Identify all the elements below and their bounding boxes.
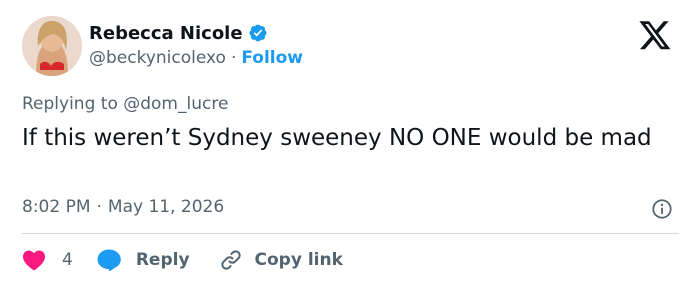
link-icon (220, 250, 241, 270)
heart-icon (23, 250, 45, 271)
author-handle[interactable]: @beckynicolexo (89, 48, 226, 68)
x-logo-icon[interactable] (637, 18, 673, 52)
follow-button[interactable]: Follow (241, 48, 303, 68)
reply-label: Reply (135, 250, 190, 270)
author-name-row: Rebecca Nicole (89, 21, 268, 45)
info-icon[interactable] (651, 198, 673, 220)
tweet-time: 8:02 PM (22, 197, 91, 217)
author-handle-row: @beckynicolexo · Follow (89, 48, 303, 68)
divider (22, 233, 679, 234)
handle-separator: · (230, 48, 237, 68)
tweet-timestamp[interactable]: 8:02 PM · May 11, 2026 (22, 197, 224, 217)
avatar[interactable] (22, 16, 82, 76)
verified-badge-icon (249, 24, 267, 42)
reply-bubble-icon (97, 249, 121, 272)
timestamp-separator: · (96, 197, 102, 217)
tweet-text: If this weren’t Sydney sweeney NO ONE wo… (22, 125, 652, 151)
like-button[interactable]: 4 (22, 249, 73, 271)
copy-link-label: Copy link (254, 250, 343, 270)
avatar-image (22, 16, 82, 76)
replying-to-text: Replying to @dom_lucre (22, 94, 229, 114)
reply-button[interactable]: Reply (96, 248, 190, 272)
author-display-name[interactable]: Rebecca Nicole (89, 23, 243, 44)
like-count: 4 (62, 250, 73, 270)
tweet-date: May 11, 2026 (107, 197, 225, 217)
tweet-actions: 4 Reply Copy link (22, 246, 343, 274)
copy-link-button[interactable]: Copy link (219, 248, 343, 272)
